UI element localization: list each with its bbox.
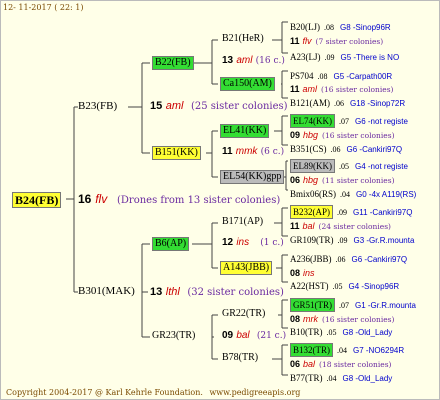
gp-info: 12 ins (1 c.) (222, 238, 284, 248)
gp-info: 09 bal (21 c.) (222, 331, 286, 341)
gp-line: ins (236, 237, 250, 248)
leaf-value: .06 (334, 99, 344, 108)
leaf-row: B10(TR) .05 G8 -Old_Lady (290, 322, 392, 338)
gp-sis: (1 c.) (260, 238, 284, 248)
copyright: Copyright 2004-2017 @ Karl Kehrle Founda… (6, 389, 300, 397)
parent-sis: (32 sister colonies) (187, 287, 284, 298)
date-header: 12- 11-2017 ( 22: 1) (3, 3, 84, 12)
pedigree-chart: 12- 11-2017 ( 22: 1) Copyright 2004-2017… (0, 0, 440, 400)
parent-line: lthl (165, 286, 180, 298)
ggp[interactable]: Ca150(AM) (220, 77, 275, 91)
leaf-row: B77(TR) .04 G8 -Old_Lady (290, 368, 392, 384)
leaf-row: GR109(TR) .09 G3 -Gr.R.mounta (290, 230, 414, 246)
website-link[interactable]: www.pedigreeapis.org (209, 388, 300, 397)
gp-line: aml (236, 55, 253, 66)
leaf-queen[interactable]: B10(TR) (290, 327, 323, 337)
gp-box[interactable]: GR23(TR) (152, 331, 195, 341)
ggp[interactable]: B78(TR) (222, 353, 258, 363)
leaf-number: 11 (290, 36, 300, 46)
gp-number: 13 (222, 55, 234, 66)
gp-sis: (21 c.) (256, 331, 287, 341)
parent-number: 13 (150, 286, 163, 298)
parent-line: aml (165, 100, 184, 112)
gp-box[interactable]: B22(FB) (152, 56, 194, 70)
leaf-value: .04 (340, 190, 351, 199)
leaf-info: G8 -Old_Lady (342, 328, 393, 337)
leaf-row: A22(HST) .05 G4 -Sinop96R (290, 276, 399, 292)
gp-line: mmk (235, 146, 258, 157)
gp-number: 12 (222, 237, 234, 248)
leaf-info: G6 -Cankiri97Q (351, 255, 408, 264)
leaf-info: G0 -4x A119(RS) (356, 190, 417, 199)
parent-queen-info: 15 aml (25 sister colonies) (150, 100, 288, 112)
leaf-row: A23(LJ) .09 G5 -There is NO (290, 47, 399, 63)
gp-box[interactable]: B6(AP) (152, 237, 190, 251)
leaf-queen[interactable]: Bmix06(RS) (290, 189, 336, 199)
gp-box[interactable]: B151(KK) (152, 146, 201, 160)
gp-info: 11 mmk (6 c.) (222, 147, 284, 157)
root-queen[interactable]: B24(FB) (12, 192, 62, 208)
ggp[interactable]: EL54(KK)gpp (220, 170, 285, 184)
ggp[interactable]: EL41(KK) (220, 124, 270, 138)
parent-queen[interactable]: B23(FB) (78, 101, 117, 112)
leaf-value: .06 (330, 145, 341, 154)
root-number: 16 (78, 192, 92, 206)
gp-number: 09 (222, 330, 234, 341)
leaf-row: B121(AM) .06 G18 -Sinop72R (290, 93, 405, 109)
root-info: 16 flv (Drones from 13 sister colonies) (78, 193, 280, 206)
leaf-queen[interactable]: B77(TR) (290, 373, 323, 383)
leaf-line: flv (302, 36, 312, 46)
gp-sis: (6 c.) (260, 147, 285, 157)
leaf-info: G3 -Gr.R.mounta (353, 236, 415, 245)
leaf-row: Bmix06(RS) .04 G0 -4x A119(RS) (290, 184, 416, 200)
ggp[interactable]: A143(JBB) (220, 261, 273, 275)
leaf-value: .09 (337, 236, 348, 245)
parent-sis: (25 sister colonies) (190, 101, 288, 112)
root-drones: (Drones from 13 sister colonies) (117, 195, 281, 206)
parent-number: 15 (150, 100, 163, 112)
ggp[interactable]: B21(HeR) (222, 34, 264, 44)
leaf-value: .05 (332, 282, 343, 291)
leaf-info: G4 -Sinop96R (348, 282, 400, 291)
leaf-sisters: (7 sister colonies) (315, 37, 384, 46)
gp-sis: (16 c.) (255, 56, 285, 66)
ggp[interactable]: GR22(TR) (222, 309, 265, 319)
leaf-value: .06 (335, 255, 346, 264)
leaf-value: .09 (324, 53, 335, 62)
leaf-info: G6 -Cankiri97Q (346, 145, 403, 154)
root-line: flv (95, 192, 108, 206)
leaf-sisters-row: 11 flv (7 sister colonies) (290, 31, 383, 47)
ggp[interactable]: B171(AP) (222, 217, 263, 227)
leaf-info: G5 -There is NO (340, 53, 400, 62)
leaf-queen[interactable]: A23(LJ) (290, 52, 321, 62)
leaf-row: B351(CS) .06 G6 -Cankiri97Q (290, 139, 402, 155)
copyright-text: Copyright 2004-2017 @ Karl Kehrle Founda… (6, 388, 203, 397)
gp-number: 11 (222, 146, 233, 157)
leaf-value: .05 (326, 328, 337, 337)
gp-line: bal (236, 330, 250, 341)
leaf-queen[interactable]: GR109(TR) (290, 235, 334, 245)
parent-drone[interactable]: B301(MAK) (78, 286, 135, 297)
leaf-info: G8 -Old_Lady (342, 374, 393, 383)
parent-drone-info: 13 lthl (32 sister colonies) (150, 286, 284, 298)
leaf-queen[interactable]: B121(AM) (290, 98, 330, 108)
leaf-info: G18 -Sinop72R (350, 99, 406, 108)
gp-info: 13 aml (16 c.) (222, 56, 285, 66)
leaf-queen[interactable]: B351(CS) (290, 144, 327, 154)
leaf-value: .04 (326, 374, 337, 383)
leaf-queen[interactable]: A22(HST) (290, 281, 329, 291)
